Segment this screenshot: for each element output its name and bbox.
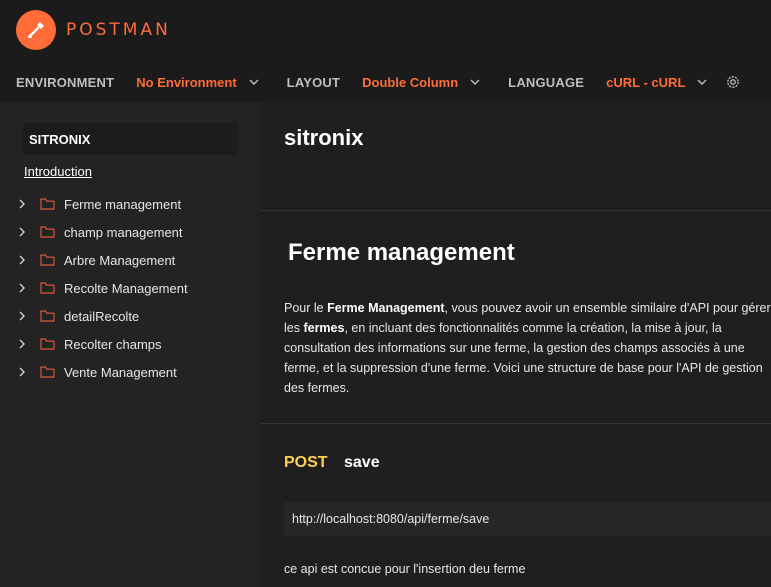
collection-name[interactable]: SITRONIX: [23, 123, 238, 155]
chevron-right-icon[interactable]: [19, 311, 29, 321]
sidebar-folder-detailrecolte[interactable]: detailRecolte: [0, 302, 260, 330]
description-text: Pour le: [284, 301, 328, 315]
sidebar-folder-label: Ferme management: [64, 196, 182, 212]
folder-list: Ferme management champ management Arbre …: [0, 190, 260, 386]
sidebar-folder-label: Vente Management: [64, 364, 177, 380]
request-method-badge: POST: [284, 454, 328, 471]
postman-logo-icon: [16, 10, 56, 50]
chevron-down-icon[interactable]: [470, 79, 480, 85]
collection-title: sitronix: [284, 125, 364, 150]
folder-icon: [40, 366, 55, 378]
chevron-down-icon[interactable]: [249, 79, 259, 85]
request-name[interactable]: save: [344, 454, 380, 472]
folder-icon: [40, 310, 55, 322]
sidebar-folder-label: Recolter champs: [64, 336, 162, 352]
header: POSTMAN ENVIRONMENT No Environment LAYOU…: [0, 0, 771, 102]
chevron-right-icon[interactable]: [19, 283, 29, 293]
sidebar-folder-label: champ management: [64, 224, 183, 240]
sidebar-folder-vente-management[interactable]: Vente Management: [0, 358, 260, 386]
environment-label: ENVIRONMENT: [16, 74, 115, 90]
chevron-right-icon[interactable]: [19, 367, 29, 377]
sidebar-folder-recolte-management[interactable]: Recolte Management: [0, 274, 260, 302]
sidebar-folder-label: Arbre Management: [64, 252, 176, 268]
request-url[interactable]: http://localhost:8080/api/ferme/save: [284, 502, 771, 536]
sidebar-folder-label: detailRecolte: [64, 308, 140, 324]
sidebar-folder-ferme-management[interactable]: Ferme management: [0, 190, 260, 218]
postman-wordmark: POSTMAN: [66, 20, 171, 40]
folder-icon: [40, 198, 55, 210]
request-description: ce api est concue pour l'insertion deu f…: [284, 562, 526, 576]
description-bold-text: Ferme Management: [327, 301, 445, 315]
chevron-right-icon[interactable]: [19, 255, 29, 265]
chevron-down-icon[interactable]: [697, 79, 707, 85]
postman-logo[interactable]: POSTMAN: [16, 10, 171, 50]
sidebar-folder-recolter-champs[interactable]: Recolter champs: [0, 330, 260, 358]
chevron-right-icon[interactable]: [19, 227, 29, 237]
environment-dropdown[interactable]: No Environment: [136, 75, 236, 90]
layout-label: LAYOUT: [286, 74, 341, 90]
folder-icon: [40, 226, 55, 238]
gear-icon[interactable]: [725, 74, 741, 90]
documentation-content: sitronix Ferme management Pour le Ferme …: [260, 102, 771, 587]
folder-section-title: Ferme management: [288, 239, 515, 266]
chevron-right-icon[interactable]: [19, 199, 29, 209]
chevron-right-icon[interactable]: [19, 339, 29, 349]
folder-icon: [40, 338, 55, 350]
divider: [260, 210, 771, 211]
doc-settings-bar: ENVIRONMENT No Environment LAYOUT Double…: [16, 72, 741, 92]
folder-description: Pour le Ferme Management, vous pouvez av…: [284, 298, 771, 398]
sidebar: SITRONIX Introduction Ferme management c…: [0, 102, 260, 587]
introduction-link[interactable]: Introduction: [24, 164, 92, 179]
language-label: LANGUAGE: [508, 74, 585, 90]
divider: [260, 423, 771, 424]
language-dropdown[interactable]: cURL - cURL: [606, 75, 685, 90]
folder-icon: [40, 254, 55, 266]
sidebar-folder-arbre-management[interactable]: Arbre Management: [0, 246, 260, 274]
sidebar-folder-champ-management[interactable]: champ management: [0, 218, 260, 246]
sidebar-folder-label: Recolte Management: [64, 280, 188, 296]
description-bold-text: fermes: [303, 321, 345, 335]
folder-icon: [40, 282, 55, 294]
layout-dropdown[interactable]: Double Column: [362, 75, 458, 90]
description-text: , en incluant des fonctionnalités comme …: [284, 321, 763, 395]
